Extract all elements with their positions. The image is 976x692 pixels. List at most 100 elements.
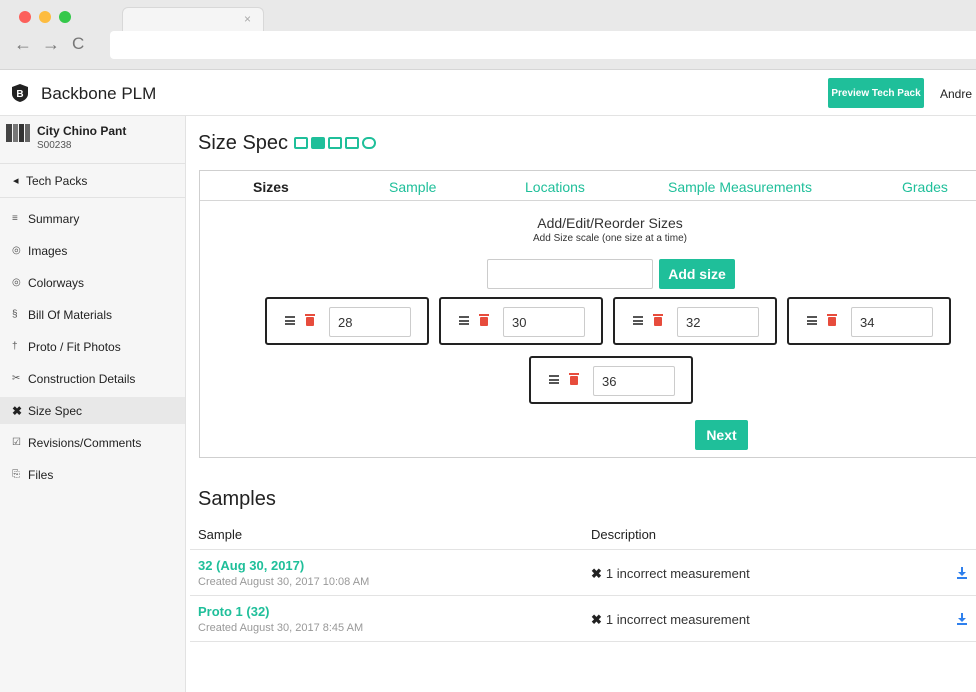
size-value-input[interactable]: 30	[503, 307, 585, 337]
browser-chrome: × ← → C	[0, 0, 976, 70]
minimize-window-button[interactable]	[39, 11, 51, 23]
tab-close-icon[interactable]: ×	[244, 12, 251, 26]
sample-created: Created August 30, 2017 10:08 AM	[198, 576, 370, 588]
sidebar-item-label: Files	[28, 467, 54, 482]
size-value-input[interactable]: 34	[851, 307, 933, 337]
print-filled-icon[interactable]	[311, 137, 326, 149]
brand-logo-icon[interactable]: B	[10, 83, 30, 103]
drag-handle-icon[interactable]	[459, 316, 469, 325]
tab-sample[interactable]: Sample	[389, 179, 436, 195]
sidebar-item-size-spec[interactable]: ✖ Size Spec	[0, 397, 185, 424]
product-thumbnail	[6, 124, 30, 142]
files-icon: ⎘	[12, 469, 20, 480]
size-chip[interactable]: 30	[439, 297, 603, 345]
close-window-button[interactable]	[19, 11, 31, 23]
incorrect-icon: ✖	[591, 566, 602, 581]
svg-text:B: B	[16, 89, 23, 100]
sidebar-item-files[interactable]: ⎘ Files	[0, 461, 185, 488]
sidebar-item-label: Bill Of Materials	[28, 307, 113, 322]
size-chip[interactable]: 36	[529, 356, 693, 404]
forward-arrow-icon[interactable]: →	[42, 34, 60, 55]
add-size-button[interactable]: Add size	[659, 259, 735, 289]
column-header-description: Description	[591, 527, 657, 542]
tab-locations[interactable]: Locations	[525, 179, 585, 195]
drag-handle-icon[interactable]	[633, 316, 643, 325]
trash-icon[interactable]	[479, 313, 489, 326]
images-icon: ◎	[12, 245, 21, 256]
print-icon[interactable]	[294, 137, 309, 149]
preview-tech-pack-button[interactable]: Preview Tech Pack	[828, 78, 924, 108]
tab-sizes[interactable]: Sizes	[253, 179, 289, 195]
sidebar-item-colorways[interactable]: ◎ Colorways	[0, 269, 185, 296]
browser-tab[interactable]: ×	[122, 7, 264, 31]
sample-link[interactable]: 32 (Aug 30, 2017)	[198, 558, 304, 573]
edit-icon: ☑	[12, 437, 21, 448]
tab-sample-measurements[interactable]: Sample Measurements	[668, 179, 812, 195]
column-header-sample: Sample	[198, 527, 243, 542]
add-user-icon[interactable]	[362, 137, 377, 149]
spec-tabs: Sizes Sample Locations Sample Measuremen…	[200, 171, 976, 201]
sidebar-item-summary[interactable]: ≡ Summary	[0, 205, 185, 232]
sidebar-item-proto-fit-photos[interactable]: † Proto / Fit Photos	[0, 333, 185, 360]
size-chip[interactable]: 32	[613, 297, 777, 345]
download-icon[interactable]	[957, 567, 967, 579]
sidebar-item-revisions-comments[interactable]: ☑ Revisions/Comments	[0, 429, 185, 456]
incorrect-icon: ✖	[591, 612, 602, 627]
product-header[interactable]: City Chino Pant S00238	[0, 116, 185, 164]
sample-description: ✖ 1 incorrect measurement	[591, 612, 750, 628]
drag-handle-icon[interactable]	[285, 316, 295, 325]
sidebar-item-label: Summary	[28, 211, 80, 226]
sidebar-item-bill-of-materials[interactable]: § Bill Of Materials	[0, 301, 185, 328]
pdf-icon[interactable]	[328, 137, 343, 149]
size-chip[interactable]: 28	[265, 297, 429, 345]
sample-description: ✖ 1 incorrect measurement	[591, 566, 750, 582]
list-icon: ≡	[12, 213, 18, 224]
palette-icon: ◎	[12, 277, 21, 288]
trash-icon[interactable]	[827, 313, 837, 326]
user-name[interactable]: Andre	[940, 87, 972, 101]
size-value-input[interactable]: 32	[677, 307, 759, 337]
maximize-window-button[interactable]	[59, 11, 71, 23]
sidebar: City Chino Pant S00238 ◂ Tech Packs ≡ Su…	[0, 116, 186, 692]
sidebar-item-tech-packs[interactable]: ◂ Tech Packs	[0, 164, 185, 198]
next-button[interactable]: Next	[695, 420, 748, 450]
download-icon[interactable]	[957, 613, 967, 625]
table-divider	[190, 641, 976, 642]
sidebar-item-label: Construction Details	[28, 371, 136, 386]
add-sizes-heading: Add/Edit/Reorder Sizes	[537, 215, 683, 231]
new-size-input[interactable]	[487, 259, 653, 289]
title-actions	[294, 137, 377, 149]
address-bar[interactable]	[110, 31, 976, 59]
drag-handle-icon[interactable]	[549, 375, 559, 384]
sidebar-item-label: Colorways	[28, 275, 85, 290]
tab-grades[interactable]: Grades	[902, 179, 948, 195]
export-icon[interactable]	[345, 137, 360, 149]
product-name: City Chino Pant	[37, 124, 127, 138]
page-title-row: Size Spec	[198, 130, 377, 156]
page-title: Size Spec	[198, 131, 289, 154]
table-divider	[190, 549, 976, 550]
size-chip[interactable]: 34	[787, 297, 951, 345]
sidebar-item-construction-details[interactable]: ✂ Construction Details	[0, 365, 185, 392]
back-arrow-icon[interactable]: ←	[14, 34, 32, 55]
drag-handle-icon[interactable]	[807, 316, 817, 325]
sidebar-item-label: Proto / Fit Photos	[28, 339, 121, 354]
size-value-input[interactable]: 28	[329, 307, 411, 337]
description-text: 1 incorrect measurement	[605, 612, 750, 627]
trash-icon[interactable]	[569, 372, 579, 385]
sidebar-item-label: Images	[28, 243, 68, 258]
samples-heading: Samples	[198, 488, 276, 510]
pin-icon: †	[12, 341, 18, 352]
cross-tools-icon: ✖	[12, 403, 23, 418]
trash-icon[interactable]	[305, 313, 315, 326]
trash-icon[interactable]	[653, 313, 663, 326]
sample-link[interactable]: Proto 1 (32)	[198, 604, 270, 619]
brand-name: Backbone PLM	[41, 84, 157, 103]
sample-created: Created August 30, 2017 8:45 AM	[198, 622, 364, 634]
reload-icon[interactable]: C	[72, 34, 84, 54]
size-value-input[interactable]: 36	[593, 366, 675, 396]
sidebar-item-label: Revisions/Comments	[28, 435, 142, 450]
back-arrow-icon: ◂	[13, 175, 19, 187]
app-header: B Backbone PLM Preview Tech Pack Andre	[0, 70, 976, 116]
sidebar-item-images[interactable]: ◎ Images	[0, 237, 185, 264]
